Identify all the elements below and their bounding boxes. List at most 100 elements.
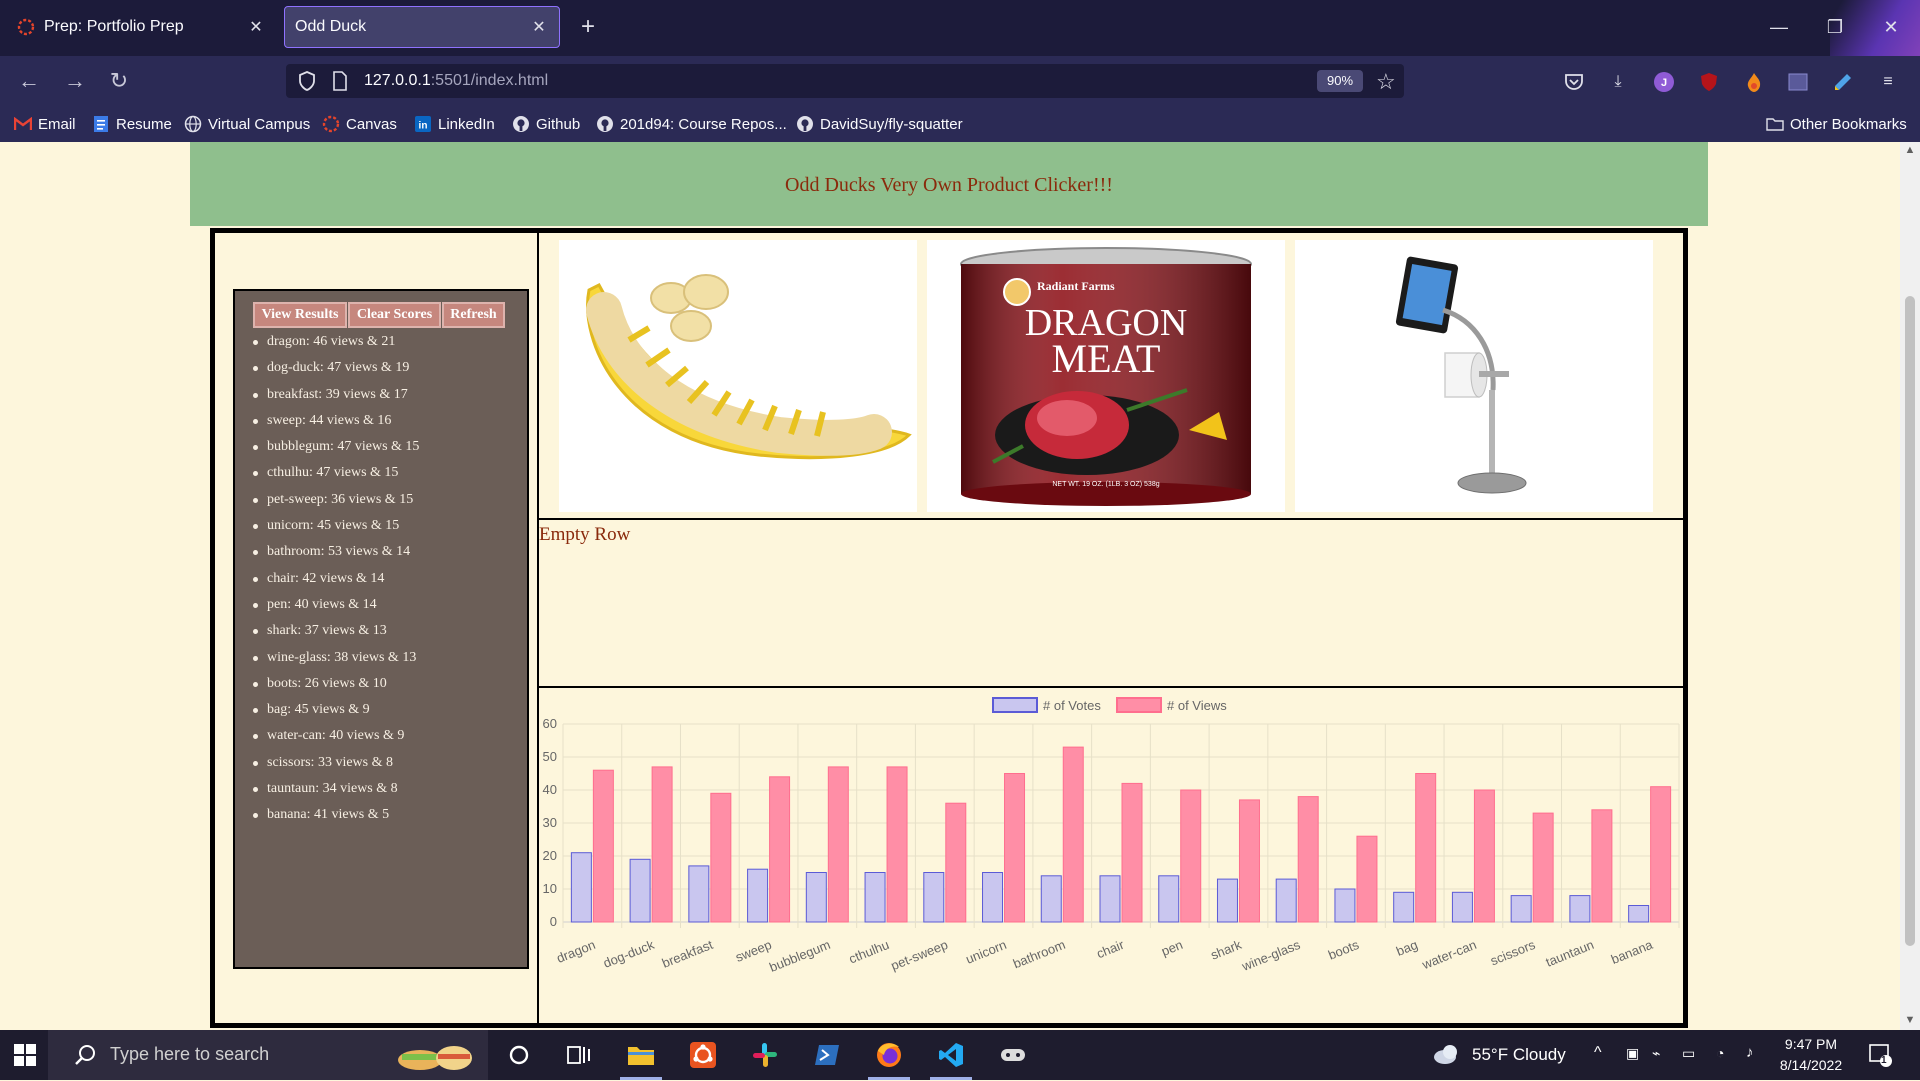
vscode-icon[interactable] <box>922 1030 980 1080</box>
address-bar[interactable]: 127.0.0.1:5501/index.html 90% ☆ <box>286 64 1404 98</box>
score-list: dragon: 46 views & 21 dog-duck: 47 views… <box>253 329 419 829</box>
network-disabled-icon[interactable]: ⌁ <box>1652 1045 1660 1062</box>
volume-icon[interactable]: ♪ <box>1746 1044 1754 1061</box>
extension-window-icon[interactable] <box>1786 70 1810 94</box>
views-bar <box>1415 773 1437 923</box>
votes-bar <box>1216 878 1238 923</box>
bookmark-fly-squatter[interactable]: DavidSuy/fly-squatter <box>796 113 963 135</box>
tablet-toilet-paper-stand-image <box>1395 256 1527 494</box>
bookmark-star-icon[interactable]: ☆ <box>1376 69 1396 95</box>
votes-bar <box>1628 905 1650 923</box>
list-item: bag: 45 views & 9 <box>253 697 419 723</box>
votes-bar <box>1334 888 1356 923</box>
x-tick-label: pen <box>1159 937 1185 959</box>
scroll-up-icon[interactable]: ▲ <box>1904 144 1916 156</box>
bookmark-course-repos[interactable]: 201d94: Course Repos... <box>596 113 787 135</box>
votes-bar <box>864 872 886 923</box>
forward-icon[interactable]: → <box>60 66 90 96</box>
ubuntu-icon[interactable] <box>674 1030 732 1080</box>
tab-portfolio-prep[interactable]: Prep: Portfolio Prep ✕ <box>8 6 276 48</box>
url-host: 127.0.0.1 <box>364 72 431 89</box>
product-image-dragon[interactable]: Radiant Farms DRAGON MEAT NET WT. 19 OZ.… <box>927 240 1285 512</box>
shield-icon[interactable] <box>298 71 316 96</box>
svg-text:J: J <box>1661 77 1667 89</box>
tray-chevron-icon[interactable]: ^ <box>1594 1044 1602 1062</box>
list-item: dragon: 46 views & 21 <box>253 329 419 355</box>
bookmark-virtual-campus[interactable]: Virtual Campus <box>184 113 310 135</box>
menu-icon[interactable]: ≡ <box>1876 70 1900 94</box>
extension-arrow-icon[interactable] <box>1831 70 1855 94</box>
clock-date[interactable]: 8/14/2022 <box>1774 1057 1848 1073</box>
bookmark-label: Canvas <box>346 115 397 133</box>
file-explorer-icon[interactable] <box>612 1030 670 1080</box>
bookmarks-bar: Email Resume Virtual Campus Canvas in Li… <box>0 106 1920 142</box>
zoom-level[interactable]: 90% <box>1317 70 1363 92</box>
clear-scores-button[interactable]: Clear Scores <box>348 302 441 328</box>
cloud-weather-icon[interactable] <box>1432 1043 1462 1070</box>
ublock-icon[interactable] <box>1697 70 1721 94</box>
view-results-button[interactable]: View Results <box>253 302 347 328</box>
search-icon <box>74 1044 96 1071</box>
votes-bar <box>1040 875 1062 923</box>
refresh-button[interactable]: Refresh <box>442 302 505 328</box>
extension-flame-icon[interactable] <box>1742 70 1766 94</box>
bookmark-resume[interactable]: Resume <box>92 113 172 135</box>
x-tick-label: unicorn <box>963 937 1008 967</box>
close-tab-icon[interactable]: ✕ <box>244 17 268 37</box>
globe-icon <box>184 115 202 133</box>
back-icon[interactable]: ← <box>14 66 44 96</box>
pocket-icon[interactable] <box>1562 70 1586 94</box>
clock-time[interactable]: 9:47 PM <box>1776 1036 1846 1052</box>
other-bookmarks[interactable]: Other Bookmarks <box>1766 113 1907 135</box>
slack-icon[interactable] <box>736 1030 794 1080</box>
bookmark-email[interactable]: Email <box>14 113 76 135</box>
votes-bar <box>982 872 1004 923</box>
x-tick-label: dragon <box>554 937 597 966</box>
url-text[interactable]: 127.0.0.1:5501/index.html <box>364 71 548 91</box>
wifi-icon[interactable]: ◔ <box>1716 1045 1724 1061</box>
list-item: dog-duck: 47 views & 19 <box>253 355 419 381</box>
reload-icon[interactable]: ↻ <box>104 66 134 96</box>
powershell-icon[interactable] <box>798 1030 856 1080</box>
y-tick-label: 60 <box>543 716 557 731</box>
close-window-icon[interactable]: ✕ <box>1868 10 1914 44</box>
bookmark-github[interactable]: Github <box>512 113 580 135</box>
minimize-icon[interactable]: — <box>1756 10 1802 44</box>
product-image-banana[interactable] <box>559 240 917 512</box>
scroll-thumb[interactable] <box>1905 296 1915 946</box>
list-item: pen: 40 views & 14 <box>253 592 419 618</box>
firefox-icon[interactable] <box>860 1030 918 1080</box>
download-icon[interactable]: ⤓ <box>1606 70 1630 94</box>
product-label-line2: MEAT <box>1052 336 1161 381</box>
list-item: chair: 42 views & 14 <box>253 566 419 592</box>
weather-text[interactable]: 55°F Cloudy <box>1472 1045 1566 1065</box>
sandwich-icon <box>396 1036 476 1081</box>
bookmark-canvas[interactable]: Canvas <box>322 113 397 135</box>
battery-icon[interactable]: ▭ <box>1682 1045 1695 1062</box>
meet-now-icon[interactable]: ▣ <box>1626 1045 1639 1062</box>
task-view-icon[interactable] <box>550 1030 608 1080</box>
taskbar-search-box[interactable]: Type here to search <box>48 1030 488 1080</box>
legend-swatch <box>1116 697 1162 713</box>
page-scrollbar[interactable]: ▲ ▼ <box>1900 142 1920 1030</box>
cortana-icon[interactable] <box>490 1030 548 1080</box>
tab-odd-duck[interactable]: Odd Duck ✕ <box>284 6 560 48</box>
bookmark-label: Resume <box>116 115 172 133</box>
page-info-icon[interactable] <box>332 71 348 96</box>
notifications-icon[interactable] <box>1868 1043 1892 1072</box>
product-image-bathroom[interactable] <box>1295 240 1653 512</box>
empty-row: Empty Row <box>539 520 1685 688</box>
bookmark-linkedin[interactable]: in LinkedIn <box>414 113 495 135</box>
list-item: bubblegum: 47 views & 15 <box>253 434 419 460</box>
account-avatar-icon[interactable]: J <box>1652 70 1676 94</box>
new-tab-button[interactable]: + <box>576 12 600 42</box>
empty-row-text: Empty Row <box>539 524 631 545</box>
scroll-down-icon[interactable]: ▼ <box>1904 1014 1916 1026</box>
windows-start-icon[interactable] <box>14 1044 36 1071</box>
game-controller-icon[interactable] <box>984 1030 1042 1080</box>
restore-icon[interactable]: ❐ <box>1812 10 1858 44</box>
x-tick-label: boots <box>1326 937 1362 963</box>
x-tick-label: cthulhu <box>847 937 891 967</box>
close-tab-icon[interactable]: ✕ <box>527 17 551 37</box>
views-bar <box>769 776 791 923</box>
